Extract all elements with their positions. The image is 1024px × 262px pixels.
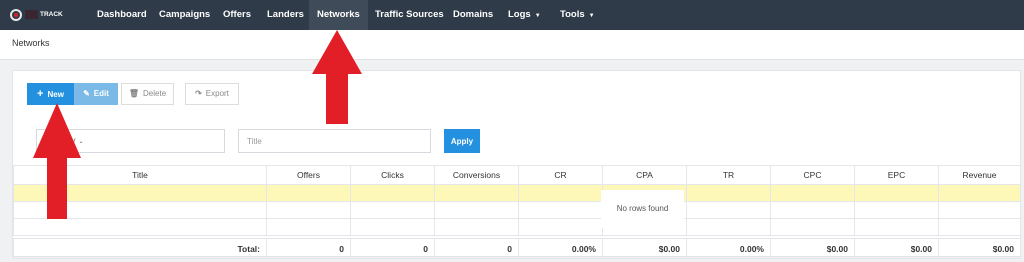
table-row [13, 184, 1021, 202]
nav-logs[interactable]: Logs ▼ [508, 0, 541, 30]
plus-icon: + [37, 88, 44, 100]
app-logo[interactable]: TRACK [10, 8, 70, 22]
nav-landers[interactable]: Landers [267, 0, 304, 30]
total-clicks: 0 [350, 238, 435, 259]
nav-offers[interactable]: Offers [223, 0, 251, 30]
table-row [13, 201, 1021, 219]
column-header-conversions[interactable]: Conversions [434, 165, 519, 185]
nav-domains[interactable]: Domains [453, 0, 493, 30]
column-header-cr[interactable]: CR [518, 165, 603, 185]
column-header-cpc[interactable]: CPC [770, 165, 855, 185]
title-filter-input[interactable] [238, 129, 431, 153]
apply-button[interactable]: Apply [444, 129, 480, 153]
column-header-clicks[interactable]: Clicks [350, 165, 435, 185]
total-cpa: $0.00 [602, 238, 687, 259]
logo-icon [10, 9, 22, 21]
total-tr: 0.00% [686, 238, 771, 259]
export-icon: ↷ [195, 89, 202, 98]
chevron-down-icon: ▼ [534, 13, 541, 19]
total-epc: $0.00 [854, 238, 939, 259]
trash-icon: 🗑 [128, 89, 140, 98]
empty-message: No rows found [601, 190, 684, 228]
logo-red-text [25, 10, 38, 19]
total-cpc: $0.00 [770, 238, 855, 259]
breadcrumb-bar [0, 30, 1024, 60]
new-button[interactable]: + New [27, 83, 74, 105]
delete-button-label: Delete [143, 89, 167, 98]
export-button-label: Export [205, 89, 229, 98]
column-header-tr[interactable]: TR [686, 165, 771, 185]
table-header-row: Title Offers Clicks Conversions CR CPA T… [13, 165, 1021, 185]
logo-text: TRACK [40, 11, 63, 18]
column-header-epc[interactable]: EPC [854, 165, 939, 185]
export-button[interactable]: ↷ Export [185, 83, 239, 105]
total-conversions: 0 [434, 238, 519, 259]
total-revenue: $0.00 [938, 238, 1021, 259]
nav-campaigns[interactable]: Campaigns [159, 0, 210, 30]
column-header-offers[interactable]: Offers [266, 165, 351, 185]
table-total-row: Total: 0 0 0 0.00% $0.00 0.00% $0.00 $0.… [13, 238, 1021, 259]
chevron-down-icon: ▼ [588, 13, 595, 19]
breadcrumb: Networks [12, 38, 50, 48]
delete-button[interactable]: 🗑 Delete [121, 83, 174, 105]
nav-logs-label: Logs [508, 9, 531, 20]
new-button-label: New [47, 90, 64, 99]
nav-tools-label: Tools [560, 9, 585, 20]
annotation-arrow-up [33, 103, 81, 219]
nav-networks[interactable]: Networks [309, 0, 368, 30]
total-label: Total: [13, 238, 267, 259]
networks-table: Title Offers Clicks Conversions CR CPA T… [13, 165, 1021, 259]
total-offers: 0 [266, 238, 351, 259]
edit-icon: ✎ [83, 89, 90, 98]
nav-dashboard[interactable]: Dashboard [97, 0, 147, 30]
edit-button-label: Edit [93, 89, 109, 98]
table-row [13, 218, 1021, 236]
nav-traffic-sources[interactable]: Traffic Sources [375, 0, 444, 30]
total-cr: 0.00% [518, 238, 603, 259]
top-navbar: TRACK Dashboard Campaigns Offers Landers… [0, 0, 1024, 30]
column-header-revenue[interactable]: Revenue [938, 165, 1021, 185]
edit-button[interactable]: ✎ Edit [74, 83, 118, 105]
annotation-arrow-up [312, 30, 362, 124]
column-header-cpa[interactable]: CPA [602, 165, 687, 185]
nav-tools[interactable]: Tools ▼ [560, 0, 595, 30]
